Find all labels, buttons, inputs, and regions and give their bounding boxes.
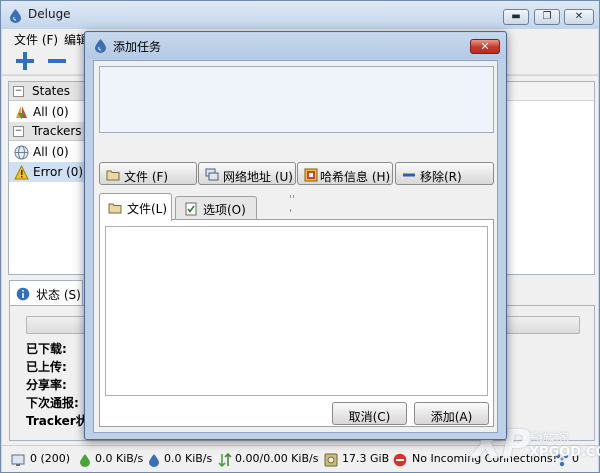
sidebar-item-states-all[interactable]: All (0) (9, 102, 86, 122)
globe-icon (14, 145, 29, 160)
menu-file[interactable]: 文件 (F) (14, 31, 58, 48)
network-icon (205, 168, 219, 181)
remove-button-label: 移除(R) (420, 170, 462, 184)
folder-icon (108, 203, 122, 214)
uploaded-label: 已上传: (26, 360, 67, 374)
dialog-close-button[interactable]: ✕ (470, 39, 500, 54)
tab-options[interactable]: 选项(O) (175, 196, 257, 220)
add-file-button-label: 文件 (F) (124, 170, 169, 184)
cancel-button[interactable]: 取消(C) (332, 402, 407, 425)
free-space-icon (324, 453, 338, 467)
add-torrent-dialog: 添加任务 ✕ 文件 (F) 网络地址 (U) 哈希信息 (H) 移除(R) 文件… (84, 31, 507, 440)
trackers-header[interactable]: − Trackers (9, 122, 86, 141)
maximize-button[interactable]: ❐ (534, 9, 560, 25)
warning-icon (14, 165, 29, 180)
sidebar-item-label: Error (0) (33, 165, 84, 179)
add-file-button[interactable]: 文件 (F) (99, 162, 197, 185)
states-header[interactable]: − States (9, 82, 86, 101)
share-ratio-label: 分享率: (26, 378, 67, 392)
infohash-icon (304, 168, 318, 182)
window-title: Deluge (28, 7, 71, 21)
sidebar-item-label: All (0) (33, 145, 69, 159)
protocol-traffic-icon (218, 453, 232, 467)
collapse-icon[interactable]: − (13, 126, 24, 137)
deluge-logo-icon (95, 39, 106, 53)
close-button[interactable]: ✕ (564, 9, 594, 25)
next-announce-label: 下次通报: (26, 396, 79, 410)
remove-icon (403, 173, 415, 177)
status-bar: 0 (200) 0.0 KiB/s 0.0 KiB/s 0.00/0.00 Ki… (2, 445, 598, 472)
free-space[interactable]: 17.3 GiB (342, 452, 389, 465)
remove-button[interactable]: 移除(R) (395, 162, 494, 185)
download-speed[interactable]: 0.0 KiB/s (95, 452, 143, 465)
pane-resize-grip[interactable] (290, 187, 298, 212)
add-infohash-button-label: 哈希信息 (H) (320, 170, 391, 184)
sidebar: − States All (0) − Trackers All (0) Erro… (8, 81, 87, 275)
tab-files[interactable]: 文件(L) (99, 193, 172, 221)
downloaded-label: 已下载: (26, 342, 67, 356)
cancel-button-label: 取消(C) (348, 410, 391, 424)
title-bar[interactable]: Deluge ▬ ❐ ✕ (1, 1, 599, 29)
protocol-traffic[interactable]: 0.00/0.00 KiB/s (235, 452, 318, 465)
sidebar-item-trackers-error[interactable]: Error (0) (9, 162, 86, 182)
maximize-icon: ❐ (542, 11, 552, 22)
all-states-icon (16, 106, 27, 119)
tab-status-label: 状态 (S) (36, 288, 81, 302)
states-header-label: States (32, 84, 71, 98)
connections-icon (11, 454, 25, 466)
dialog-title: 添加任务 (113, 40, 162, 54)
deluge-logo-icon (10, 9, 21, 23)
sidebar-item-label: All (0) (33, 105, 69, 119)
minimize-button[interactable]: ▬ (503, 9, 529, 25)
dht-icon (555, 453, 569, 467)
add-url-button[interactable]: 网络地址 (U) (198, 162, 296, 185)
tab-status[interactable]: 状态 (S) (9, 280, 83, 306)
files-tab-panel: 取消(C) 添加(A) (99, 219, 494, 427)
file-list[interactable] (105, 226, 488, 396)
minimize-icon: ▬ (511, 11, 521, 22)
upload-speed-icon (149, 454, 159, 467)
dht-nodes[interactable]: 0 (572, 452, 579, 465)
add-button-label: 添加(A) (430, 410, 473, 424)
remove-icon[interactable] (46, 51, 68, 71)
upload-speed[interactable]: 0.0 KiB/s (164, 452, 212, 465)
torrent-queue-list[interactable] (99, 66, 494, 133)
add-infohash-button[interactable]: 哈希信息 (H) (297, 162, 393, 185)
sidebar-item-trackers-all[interactable]: All (0) (9, 142, 86, 162)
options-icon (185, 202, 197, 216)
tab-files-label: 文件(L) (127, 202, 168, 216)
download-speed-icon (80, 454, 90, 467)
trackers-header-label: Trackers (32, 124, 82, 138)
dialog-body: 文件 (F) 网络地址 (U) 哈希信息 (H) 移除(R) 文件(L) 选项(… (93, 60, 498, 433)
dialog-title-bar[interactable]: 添加任务 ✕ (86, 33, 505, 59)
collapse-icon[interactable]: − (13, 86, 24, 97)
incoming-connections-status[interactable]: No Incoming Connections! (412, 452, 557, 465)
info-icon (16, 287, 30, 301)
connections-count[interactable]: 0 (200) (30, 452, 70, 465)
close-icon: ✕ (574, 11, 584, 22)
folder-icon (106, 170, 120, 181)
add-icon[interactable] (14, 51, 36, 71)
tab-options-label: 选项(O) (203, 203, 246, 217)
add-button[interactable]: 添加(A) (414, 402, 489, 425)
add-url-button-label: 网络地址 (U) (223, 170, 293, 184)
close-icon: ✕ (480, 40, 490, 53)
no-entry-icon (393, 453, 407, 467)
